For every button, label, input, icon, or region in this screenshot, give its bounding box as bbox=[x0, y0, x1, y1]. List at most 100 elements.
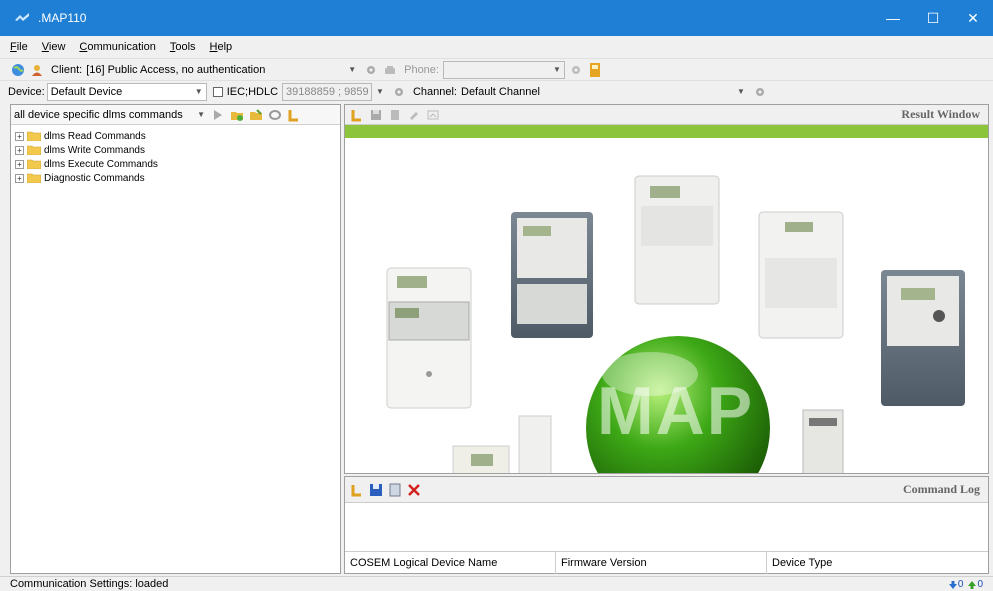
device-value: Default Device bbox=[50, 85, 123, 98]
phone-dropdown-icon[interactable]: ▼ bbox=[549, 61, 564, 78]
device-toolbar: Device: Default Device ▼ IEC;HDLC 391888… bbox=[0, 80, 993, 102]
tree-item-label: Diagnostic Commands bbox=[44, 172, 145, 184]
menu-help[interactable]: Help bbox=[210, 41, 233, 53]
download-arrow-icon bbox=[948, 580, 957, 589]
folder-icon bbox=[27, 159, 41, 169]
client-value: [16] Public Access, no authentication bbox=[86, 63, 266, 76]
open-result-icon[interactable] bbox=[349, 107, 365, 123]
command-filter-value: all device specific dlms commands bbox=[14, 108, 183, 121]
channel-value: Default Channel bbox=[461, 85, 540, 98]
command-tree: + dlms Read Commands + dlms Write Comman… bbox=[11, 125, 340, 189]
minimize-button[interactable]: — bbox=[873, 0, 913, 36]
channel-dropdown-icon[interactable]: ▼ bbox=[737, 87, 745, 96]
result-window: Result Window MAP bbox=[344, 104, 989, 474]
status-text: Communication Settings: loaded bbox=[10, 578, 169, 590]
tree-item-dlms-write[interactable]: + dlms Write Commands bbox=[15, 143, 336, 157]
client-dropdown-icon[interactable]: ▼ bbox=[348, 65, 356, 74]
command-log-header: COSEM Logical Device Name Firmware Versi… bbox=[345, 551, 988, 574]
received-counter: 0 bbox=[948, 579, 963, 590]
channel-settings-gear-icon[interactable] bbox=[752, 84, 768, 100]
splash-image: MAP bbox=[345, 138, 988, 473]
save-log-icon[interactable] bbox=[368, 482, 384, 498]
open-icon[interactable] bbox=[286, 107, 302, 123]
iec-hdlc-checkbox[interactable] bbox=[212, 86, 223, 97]
status-bar: Communication Settings: loaded 0 0 bbox=[0, 576, 993, 591]
phone-settings-gear-icon[interactable] bbox=[568, 62, 584, 78]
command-log-title: Command Log bbox=[902, 482, 980, 496]
channel-select[interactable]: Default Channel bbox=[461, 86, 733, 98]
print-result-icon[interactable] bbox=[406, 107, 422, 123]
expand-icon[interactable]: + bbox=[15, 159, 24, 169]
menu-communication[interactable]: Communication bbox=[79, 41, 155, 53]
client-toolbar: Client: [16] Public Access, no authentic… bbox=[0, 58, 993, 80]
command-toolbar: all device specific dlms commands ▼ bbox=[11, 105, 340, 125]
iec-hdlc-label: IEC;HDLC bbox=[226, 85, 279, 98]
meter-image bbox=[634, 175, 720, 305]
title-bar: .MAP110 — ☐ ✕ bbox=[0, 0, 993, 36]
folder-icon bbox=[27, 173, 41, 183]
export-result-icon[interactable] bbox=[425, 107, 441, 123]
traffic-counters: 0 0 bbox=[948, 577, 983, 591]
app-icon bbox=[15, 13, 29, 21]
command-panel: all device specific dlms commands ▼ + dl… bbox=[10, 104, 341, 574]
add-command-icon[interactable] bbox=[229, 107, 245, 123]
result-toolbar: Result Window bbox=[345, 105, 988, 125]
folder-icon bbox=[27, 131, 41, 141]
column-header-firmware[interactable]: Firmware Version bbox=[556, 552, 767, 574]
tree-item-label: dlms Read Commands bbox=[44, 130, 146, 142]
open-log-icon[interactable] bbox=[349, 482, 365, 498]
menu-file[interactable]: File bbox=[10, 41, 28, 53]
expand-icon[interactable]: + bbox=[15, 173, 24, 183]
copy-result-icon[interactable] bbox=[387, 107, 403, 123]
device-dropdown-icon[interactable]: ▼ bbox=[191, 83, 206, 100]
client-icon[interactable] bbox=[29, 62, 45, 78]
expand-icon[interactable]: + bbox=[15, 145, 24, 155]
device-label: Device: bbox=[8, 85, 45, 98]
accent-bar bbox=[345, 125, 988, 138]
column-header-device-name[interactable]: COSEM Logical Device Name bbox=[345, 552, 556, 574]
globe-icon[interactable] bbox=[10, 62, 26, 78]
refresh-icon[interactable] bbox=[267, 107, 283, 123]
phone-input[interactable]: ▼ bbox=[442, 60, 565, 79]
phone-label: Phone: bbox=[404, 63, 439, 76]
play-icon[interactable] bbox=[210, 107, 226, 123]
book-icon[interactable] bbox=[587, 62, 603, 78]
meter-image bbox=[386, 267, 472, 409]
copy-log-icon[interactable] bbox=[387, 482, 403, 498]
command-log-panel: Command Log COSEM Logical Device Name Fi… bbox=[344, 476, 989, 574]
menu-bar: File View Communication Tools Help bbox=[0, 36, 993, 58]
channel-label: Channel: bbox=[412, 85, 457, 98]
iec-dropdown-icon[interactable]: ▼ bbox=[376, 87, 384, 96]
sent-counter: 0 bbox=[967, 579, 983, 590]
meter-image bbox=[511, 212, 593, 338]
close-button[interactable]: ✕ bbox=[953, 0, 993, 36]
map-logo-text: MAP bbox=[597, 373, 755, 449]
menu-view[interactable]: View bbox=[42, 41, 66, 53]
client-select[interactable]: [16] Public Access, no authentication bbox=[86, 64, 344, 76]
folder-icon bbox=[27, 145, 41, 155]
device-settings-gear-icon[interactable] bbox=[391, 84, 407, 100]
command-filter-select[interactable]: all device specific dlms commands ▼ bbox=[11, 106, 207, 124]
expand-icon[interactable]: + bbox=[15, 131, 24, 141]
menu-tools[interactable]: Tools bbox=[170, 41, 196, 53]
client-settings-gear-icon[interactable] bbox=[363, 62, 379, 78]
client-label: Client: bbox=[51, 63, 83, 76]
tree-item-dlms-read[interactable]: + dlms Read Commands bbox=[15, 129, 336, 143]
command-filter-dropdown-icon[interactable]: ▼ bbox=[197, 110, 205, 119]
column-header-device-type[interactable]: Device Type bbox=[767, 552, 988, 574]
upload-arrow-icon bbox=[968, 580, 977, 589]
edit-command-icon[interactable] bbox=[248, 107, 264, 123]
tree-item-diagnostic[interactable]: + Diagnostic Commands bbox=[15, 171, 336, 185]
iec-hdlc-address[interactable]: 39188859 ; 9859 bbox=[282, 82, 373, 101]
save-result-icon[interactable] bbox=[368, 107, 384, 123]
tree-item-label: dlms Write Commands bbox=[44, 144, 145, 156]
window-title: .MAP110 bbox=[38, 11, 87, 25]
meter-image bbox=[881, 270, 965, 406]
tree-item-dlms-execute[interactable]: + dlms Execute Commands bbox=[15, 157, 336, 171]
maximize-button[interactable]: ☐ bbox=[913, 0, 953, 36]
meter-image bbox=[758, 211, 844, 339]
delete-log-icon[interactable] bbox=[406, 482, 422, 498]
device-select[interactable]: Default Device ▼ bbox=[46, 82, 207, 101]
tree-item-label: dlms Execute Commands bbox=[44, 158, 158, 170]
command-log-toolbar: Command Log bbox=[345, 477, 988, 503]
